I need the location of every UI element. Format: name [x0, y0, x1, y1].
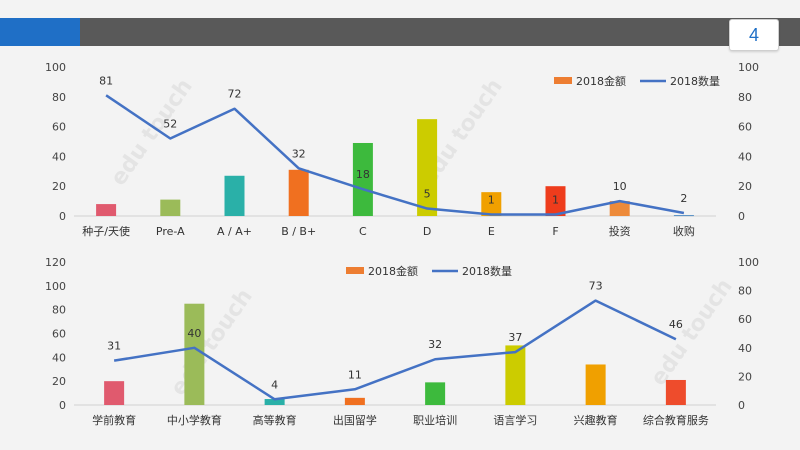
- bar: [288, 169, 309, 216]
- x-tick-label: 种子/天使: [82, 224, 130, 238]
- y-left-tick-label: 120: [45, 256, 66, 269]
- x-tick-label: 职业培训: [413, 413, 457, 427]
- y-left-tick-label: 0: [59, 210, 66, 223]
- x-tick-label: 中小学教育: [167, 413, 222, 427]
- y-left-tick-label: 80: [52, 91, 66, 104]
- x-tick-label: B / B+: [281, 225, 316, 238]
- x-tick-label: 综合教育服务: [643, 413, 709, 427]
- y-right-tick-label: 80: [738, 285, 752, 298]
- bar: [104, 381, 125, 405]
- data-label: 4: [271, 378, 278, 391]
- data-label: 37: [508, 331, 522, 344]
- x-tick-label: 兴趣教育: [574, 413, 618, 427]
- y-left-tick-label: 0: [59, 399, 66, 412]
- data-label: 73: [589, 280, 603, 293]
- bar: [585, 364, 606, 405]
- data-label: 1: [552, 194, 559, 207]
- bar: [505, 345, 526, 405]
- y-right-tick-label: 40: [738, 342, 752, 355]
- y-left-tick-label: 20: [52, 180, 66, 193]
- bar: [665, 379, 686, 405]
- y-left-tick-label: 40: [52, 150, 66, 163]
- bar: [425, 382, 446, 405]
- data-label: 32: [428, 338, 442, 351]
- y-right-tick-label: 0: [738, 210, 745, 223]
- data-label: 72: [228, 88, 242, 101]
- x-tick-label: 语言学习: [493, 413, 537, 427]
- legend-line-label: 2018数量: [670, 75, 720, 88]
- x-tick-label: E: [488, 225, 495, 238]
- y-left-tick-label: 40: [52, 351, 66, 364]
- y-right-tick-label: 80: [738, 91, 752, 104]
- x-tick-label: 高等教育: [253, 413, 297, 427]
- legend-bar-swatch: [346, 267, 364, 274]
- x-tick-label: F: [552, 225, 558, 238]
- y-right-tick-label: 40: [738, 150, 752, 163]
- x-tick-label: 投资: [609, 224, 631, 238]
- x-tick-label: D: [423, 225, 431, 238]
- y-right-tick-label: 100: [738, 256, 759, 269]
- data-label: 52: [163, 118, 177, 131]
- x-tick-label: 出国留学: [333, 413, 377, 427]
- legend-bar-swatch: [554, 77, 572, 84]
- x-tick-label: A / A+: [217, 225, 252, 238]
- x-tick-label: C: [359, 225, 367, 238]
- data-label: 5: [424, 188, 431, 201]
- y-right-tick-label: 20: [738, 180, 752, 193]
- data-label: 18: [356, 168, 370, 181]
- data-label: 46: [669, 318, 683, 331]
- bar: [224, 175, 245, 216]
- bar: [673, 215, 694, 217]
- bar: [344, 397, 365, 405]
- data-label: 11: [348, 368, 362, 381]
- legend-bar-label: 2018金额: [368, 264, 418, 278]
- series-line: [105, 94, 685, 216]
- x-tick-label: 学前教育: [92, 413, 136, 427]
- bar: [184, 303, 205, 405]
- data-label: 1: [488, 194, 495, 207]
- legend-bar-label: 2018金额: [576, 74, 626, 88]
- y-right-tick-label: 100: [738, 61, 759, 74]
- y-right-tick-label: 60: [738, 121, 752, 134]
- legend-line-label: 2018数量: [462, 265, 512, 278]
- y-left-tick-label: 20: [52, 375, 66, 388]
- y-right-tick-label: 20: [738, 370, 752, 383]
- bar: [96, 204, 117, 216]
- data-label: 10: [613, 180, 627, 193]
- data-label: 40: [187, 327, 201, 340]
- data-label: 81: [99, 74, 113, 87]
- y-left-tick-label: 80: [52, 304, 66, 317]
- chart-top: 020406080100020406080100种子/天使 Pre-A A / A+…: [45, 61, 759, 427]
- y-left-tick-label: 100: [45, 280, 66, 293]
- data-label: 31: [107, 340, 121, 353]
- bar: [417, 119, 438, 216]
- bar: [160, 199, 181, 216]
- x-tick-label: Pre-A: [156, 225, 185, 238]
- y-left-tick-label: 100: [45, 61, 66, 74]
- y-right-tick-label: 0: [738, 399, 745, 412]
- data-label: 32: [292, 147, 306, 160]
- data-label: 2: [680, 192, 687, 205]
- x-tick-label: 收购: [673, 224, 695, 238]
- y-right-tick-label: 60: [738, 313, 752, 326]
- y-left-tick-label: 60: [52, 328, 66, 341]
- y-left-tick-label: 60: [52, 121, 66, 134]
